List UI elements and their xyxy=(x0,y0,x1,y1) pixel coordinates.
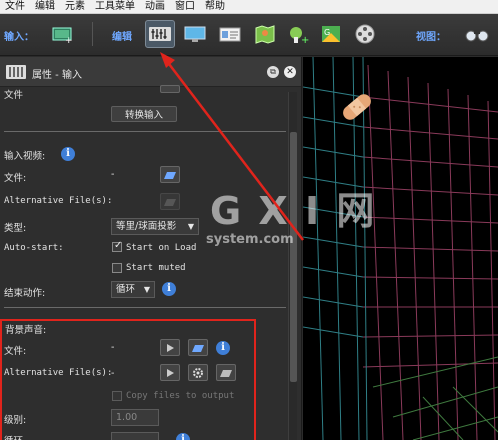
hotspot-add-icon: + xyxy=(290,27,309,45)
undock-icon[interactable]: ⧉ xyxy=(267,66,279,78)
end-action-select[interactable]: 循环 ▼ xyxy=(111,281,155,298)
type-select[interactable]: 等里/球面投影 ▼ xyxy=(111,218,199,235)
menu-file[interactable]: 文件 xyxy=(0,0,30,14)
svg-text:G: G xyxy=(324,28,330,37)
type-label: 类型: xyxy=(4,223,27,234)
menu-edit[interactable]: 编辑 xyxy=(30,0,60,14)
start-muted-checkbox[interactable] xyxy=(112,263,122,273)
chevron-down-icon: ▼ xyxy=(187,222,194,231)
input-panorama-icon: + xyxy=(52,27,73,44)
start-on-load-label: Start on Load xyxy=(126,243,197,253)
watermark-url: system.com xyxy=(206,232,294,247)
map-button[interactable] xyxy=(250,20,280,48)
scrollbar-thumb[interactable] xyxy=(290,132,297,382)
folder-icon xyxy=(164,198,176,206)
browse-file-button[interactable] xyxy=(160,166,180,183)
panel-header: 属性 - 输入 ⧉ ✕ xyxy=(0,57,301,87)
edit-label: 编辑 xyxy=(112,32,132,43)
input-label: 输入： xyxy=(4,32,34,43)
menu-animation[interactable]: 动画 xyxy=(140,0,170,14)
properties-button[interactable] xyxy=(145,20,175,48)
input-video-label: 输入视频: xyxy=(4,151,46,162)
start-on-load-checkbox[interactable]: ✓ xyxy=(112,240,123,252)
film-reel-icon xyxy=(355,24,375,44)
browse-alt-files-button[interactable] xyxy=(160,193,180,210)
svg-text:+: + xyxy=(65,36,73,44)
bandage-icon xyxy=(343,94,371,120)
end-action-value: 循环 xyxy=(116,284,136,295)
view-label: 视图： xyxy=(416,32,446,43)
monitor-icon xyxy=(184,26,206,42)
highlight-box xyxy=(0,319,256,440)
panel-title: 属性 - 输入 xyxy=(32,70,82,81)
menu-window[interactable]: 窗口 xyxy=(170,0,200,14)
monitor-button[interactable] xyxy=(180,20,210,48)
map-icon xyxy=(255,25,275,44)
svg-text:+: + xyxy=(301,35,309,45)
panorama-viewport[interactable] xyxy=(303,57,498,440)
watermark-logo: G X I 网 xyxy=(210,189,377,233)
google-maps-button[interactable]: G xyxy=(316,20,346,48)
menu-help[interactable]: 帮助 xyxy=(200,0,230,14)
alt-files-label: Alternative File(s): xyxy=(4,196,113,206)
panel-scrollbar[interactable] xyxy=(288,92,297,440)
binoculars-icon xyxy=(465,30,489,42)
panorama-grid xyxy=(303,57,498,440)
toolbar-separator xyxy=(92,22,93,46)
file-value: - xyxy=(111,169,115,180)
video-button[interactable] xyxy=(350,20,380,48)
info-icon[interactable]: i xyxy=(61,147,75,161)
info-icon[interactable]: i xyxy=(162,282,176,296)
divider xyxy=(4,307,286,308)
toolbar: 输入： + 编辑 + G 视图： xyxy=(0,14,498,56)
close-icon[interactable]: ✕ xyxy=(284,66,296,78)
folder-icon xyxy=(164,171,176,179)
sliders-icon xyxy=(6,65,26,79)
menu-bar: 文件 编辑 元素 工具菜单 动画 窗口 帮助 xyxy=(0,0,498,14)
properties-panel: 属性 - 输入 ⧉ ✕ 文件 转换输入 输入视频: i 文件: - Altern… xyxy=(0,57,302,440)
autostart-label: Auto-start: xyxy=(4,243,64,253)
file-label-top: 文件 xyxy=(4,90,24,101)
file-label: 文件: xyxy=(4,173,27,184)
menu-tools[interactable]: 工具菜单 xyxy=(90,0,140,14)
convert-input-button[interactable]: 转换输入 xyxy=(111,106,177,122)
sliders-icon xyxy=(149,27,171,41)
id-card-icon xyxy=(219,27,241,42)
end-action-label: 结束动作: xyxy=(4,288,46,299)
add-input-button[interactable]: + xyxy=(48,20,78,48)
menu-elements[interactable]: 元素 xyxy=(60,0,90,14)
browse-button-top[interactable] xyxy=(160,85,180,93)
chevron-down-icon: ▼ xyxy=(143,285,150,294)
google-maps-icon: G xyxy=(322,26,340,42)
start-muted-label: Start muted xyxy=(126,263,186,273)
divider xyxy=(4,131,286,132)
binoculars-button[interactable] xyxy=(462,20,492,48)
add-hotspot-button[interactable]: + xyxy=(283,20,313,48)
type-select-value: 等里/球面投影 xyxy=(116,221,177,232)
id-card-button[interactable] xyxy=(215,20,245,48)
check-icon: ✓ xyxy=(114,240,123,251)
